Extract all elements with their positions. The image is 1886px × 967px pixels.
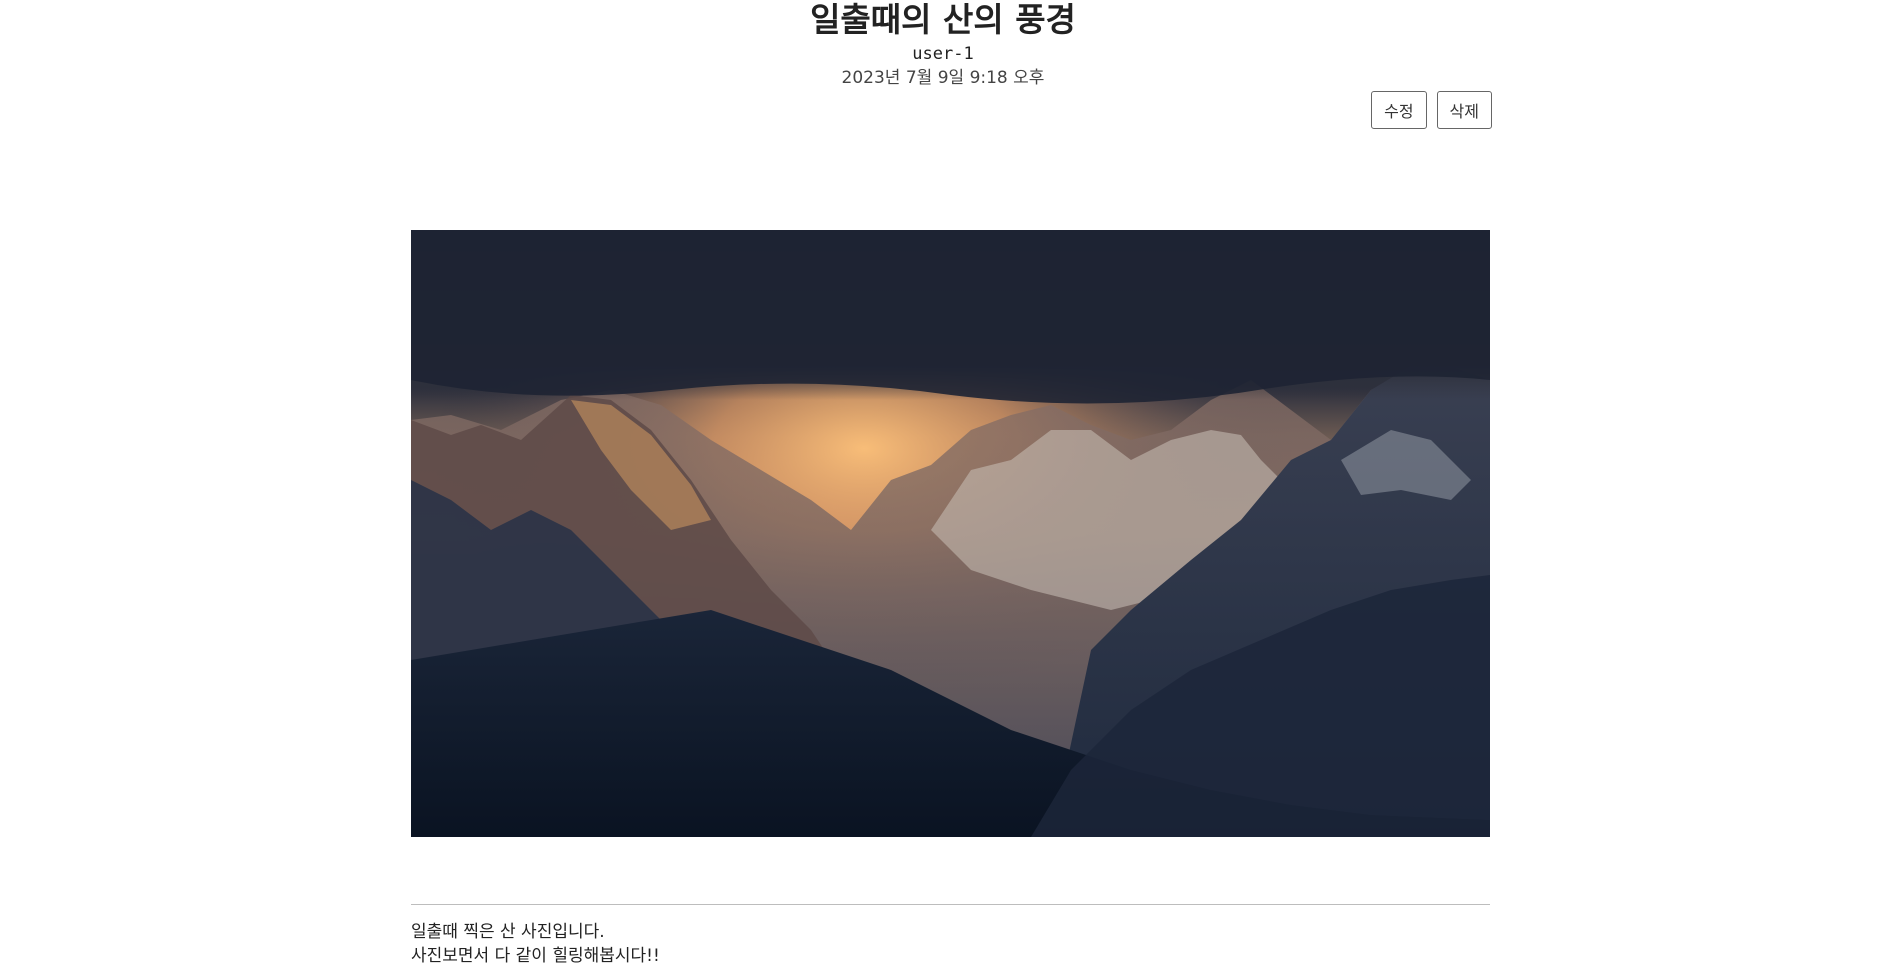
- post-author: user-1: [912, 44, 974, 64]
- edit-button[interactable]: 수정: [1371, 91, 1427, 129]
- post-body-line: 사진보면서 다 같이 힐링해봅시다!!: [411, 946, 660, 966]
- post-body: 일출때 찍은 산 사진입니다. 사진보면서 다 같이 힐링해봅시다!!: [411, 920, 1490, 967]
- post-image-mountain-sunrise: [411, 230, 1490, 837]
- content-divider: [411, 904, 1490, 905]
- post-title: 일출때의 산의 풍경: [810, 0, 1076, 39]
- post-actions: 수정 삭제: [1371, 91, 1492, 129]
- post-detail-page: 일출때의 산의 풍경 user-1 2023년 7월 9일 9:18 오후 수정…: [0, 0, 1886, 967]
- delete-button[interactable]: 삭제: [1436, 91, 1492, 129]
- post-body-line: 일출때 찍은 산 사진입니다.: [411, 922, 605, 942]
- post-date: 2023년 7월 9일 9:18 오후: [841, 68, 1045, 88]
